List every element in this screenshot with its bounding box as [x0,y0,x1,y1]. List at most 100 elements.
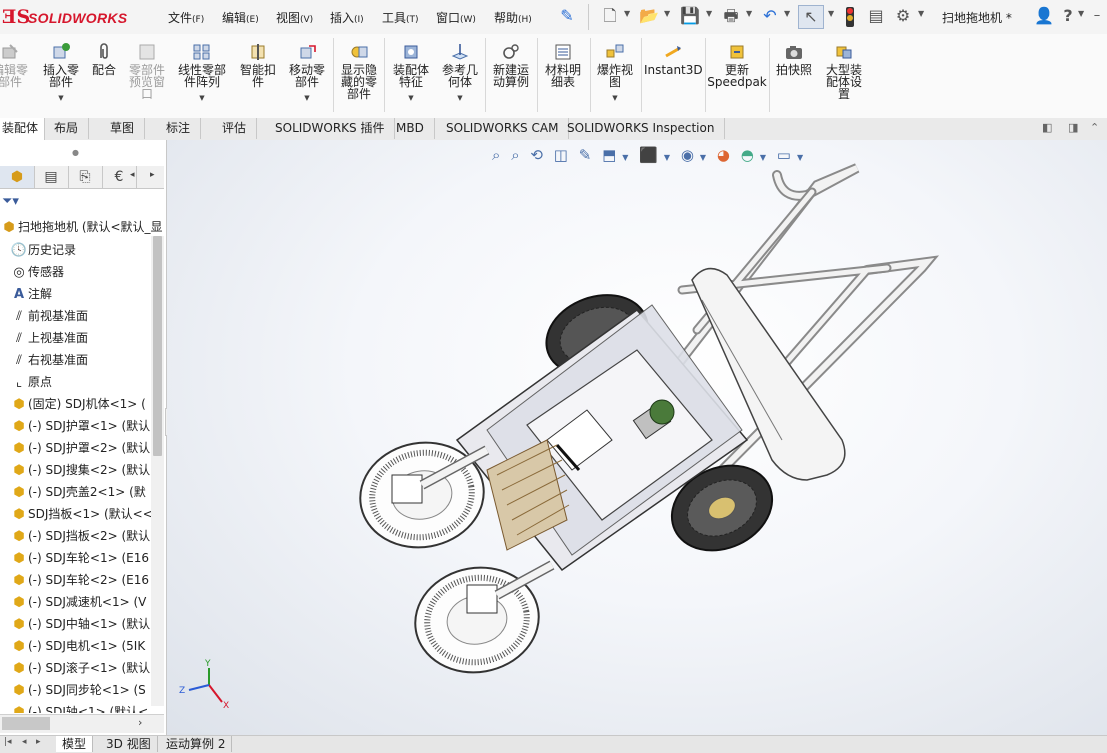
undo-icon[interactable]: ↶ [760,5,780,27]
insert-components-button[interactable]: 插入零 部件 ▼ [38,42,84,104]
display-style-icon[interactable]: ⬛ [639,146,658,164]
options-gear-icon[interactable]: ⚙ [892,5,914,27]
tab-prev-icon[interactable]: ◂ [22,737,27,747]
tree-item-component[interactable]: ⬢ (-) SDJ同步轮<1> (S [10,679,160,701]
exploded-view-dropdown-icon[interactable]: ▼ [592,92,638,104]
menu-tools[interactable]: 工具(T) [382,9,419,26]
tree-item-component[interactable]: ⬢ (-) SDJ滚子<1> (默认 [10,657,160,679]
open-folder-icon[interactable]: 📂 [638,5,660,27]
tree-item-component[interactable]: ⬢ (-) SDJ搜集<2> (默认 [10,459,160,481]
update-speedpak-button[interactable]: 更新 Speedpak [707,42,767,88]
tabs-scroll-right-icon[interactable]: ▸ [150,170,155,180]
tree-item-top-plane[interactable]: ⫽ 上视基准面 [10,327,160,349]
scene-dropdown-icon[interactable]: ▼ [760,153,766,162]
tree-scroll-thumb[interactable] [153,236,162,456]
new-document-icon[interactable]: 🗋 [600,5,620,27]
save-icon[interactable]: 💾 [680,5,700,27]
options-dropdown-icon[interactable]: ▼ [918,9,924,18]
menu-file[interactable]: 文件(F) [168,9,204,26]
print-icon[interactable]: 🖶 [720,5,742,27]
tree-item-front-plane[interactable]: ⫽ 前视基准面 [10,305,160,327]
feature-manager-tab-icon[interactable]: ⬢ [0,166,35,188]
view-orientation-icon[interactable]: ⬒ [602,146,616,164]
tab-scroll-left-icon[interactable]: ◧ [1042,121,1052,134]
reference-geometry-button[interactable]: 参考几 何体 ▼ [438,42,482,104]
panel-grip-icon[interactable]: ● [72,148,79,157]
print-dropdown-icon[interactable]: ▼ [746,9,752,18]
assembly-features-button[interactable]: 装配体 特征 ▼ [388,42,434,104]
move-component-dropdown-icon[interactable]: ▼ [284,92,330,104]
large-assembly-settings-button[interactable]: 大型装 配体设 置 [820,42,868,100]
zoom-to-fit-icon[interactable]: ⌕ [492,146,500,164]
menu-view[interactable]: 视图(V) [276,9,313,26]
mate-button[interactable]: 配合 [88,42,120,76]
select-cursor-icon[interactable]: ↖ [798,5,824,29]
linear-pattern-button[interactable]: 线性零部 件阵列 ▼ [174,42,230,104]
take-snapshot-button[interactable]: 拍快照 [772,42,816,76]
select-dropdown-icon[interactable]: ▼ [828,9,834,18]
file-properties-icon[interactable]: ▤ [866,5,886,27]
tab-model[interactable]: 模型 [56,736,94,752]
tree-item-component[interactable]: ⬢ (-) SDJ电机<1> (5IK [10,635,160,657]
tree-item-sensors[interactable]: ◎ 传感器 [10,261,160,283]
tab-scroll-right-icon[interactable]: ◨ [1068,121,1078,134]
tab-markup[interactable]: 标注 [156,118,202,139]
open-dropdown-icon[interactable]: ▼ [664,9,670,18]
tree-item-component[interactable]: ⬢ (-) SDJ挡板<2> (默认 [10,525,160,547]
previous-view-icon[interactable]: ⟲ [530,146,543,164]
tab-assembly[interactable]: 装配体 [0,118,46,140]
help-icon[interactable]: ? [1060,5,1076,27]
tree-item-component[interactable]: ⬢ (固定) SDJ机体<1> ( [10,393,160,415]
configuration-manager-tab-icon[interactable]: ⎘ [68,166,103,188]
tree-root[interactable]: ⬢ 扫地拖地机 (默认<默认_显 [0,216,164,238]
zoom-to-area-icon[interactable]: ⌕ [511,146,519,164]
tree-item-history[interactable]: 🕓历史记录 [10,239,160,261]
hide-show-dropdown-icon[interactable]: ▼ [700,153,706,162]
tab-inspection[interactable]: SOLIDWORKS Inspection [557,118,726,139]
menu-edit[interactable]: 编辑(E) [222,9,259,26]
tab-evaluate[interactable]: 评估 [212,118,258,139]
tree-item-component[interactable]: ⬢ (-) SDJ壳盖2<1> (默 [10,481,160,503]
tab-layout[interactable]: 布局 [44,118,90,139]
view-settings-icon[interactable]: ▭ [777,146,791,164]
hide-show-icon[interactable]: ◉ [681,146,694,164]
menu-insert[interactable]: 插入(I) [330,9,364,26]
assembly-features-dropdown-icon[interactable]: ▼ [388,92,434,104]
smart-fasteners-button[interactable]: 智能扣 件 [236,42,280,88]
menu-help[interactable]: 帮助(H) [494,9,532,26]
component-preview-button[interactable]: 零部件 预览窗 口 [124,42,170,100]
tree-item-right-plane[interactable]: ⫽ 右视基准面 [10,349,160,371]
section-view-icon[interactable]: ◫ [554,146,568,164]
tree-item-component[interactable]: ⬢ (-) SDJ护罩<1> (默认 [10,415,160,437]
tab-3d-view[interactable]: 3D 视图 [100,736,158,752]
dynamic-annotation-icon[interactable]: ✎ [579,146,592,164]
traffic-light-icon[interactable] [846,7,854,27]
edit-component-button[interactable]: 编辑零 部件 [0,42,34,88]
view-settings-dropdown-icon[interactable]: ▼ [797,153,803,162]
tree-item-component[interactable]: ⬢ SDJ挡板<1> (默认<< [10,503,160,525]
assembly-model[interactable]: Y X Z [167,140,1107,735]
display-style-dropdown-icon[interactable]: ▼ [664,153,670,162]
new-motion-study-button[interactable]: 新建运 动算例 [488,42,534,88]
filter-icon[interactable]: ⏷▾ [2,194,19,209]
property-manager-tab-icon[interactable]: ▤ [34,166,69,188]
show-hidden-components-button[interactable]: 显示隐 藏的零 部件 [336,42,382,100]
tab-addins[interactable]: SOLIDWORKS 插件 [265,118,396,139]
apply-scene-icon[interactable]: ◓ [741,146,754,164]
scroll-right-arrow-icon[interactable]: › [138,716,142,729]
new-dropdown-icon[interactable]: ▼ [624,9,630,18]
tab-next-icon[interactable]: ▸ [36,737,41,747]
exploded-view-button[interactable]: 爆炸视 图 ▼ [592,42,638,104]
reference-geometry-dropdown-icon[interactable]: ▼ [438,92,482,104]
tab-first-icon[interactable]: |◂ [4,737,12,747]
tree-item-component[interactable]: ⬢ (-) SDJ减速机<1> (V [10,591,160,613]
view-orientation-dropdown-icon[interactable]: ▼ [622,153,628,162]
edit-appearance-icon[interactable]: ◕ [717,146,730,164]
menu-window[interactable]: 窗口(W) [436,9,476,26]
undo-dropdown-icon[interactable]: ▼ [784,9,790,18]
tree-item-annotations[interactable]: A 注解 [10,283,160,305]
insert-components-dropdown-icon[interactable]: ▼ [38,92,84,104]
tab-mbd[interactable]: MBD [386,118,435,139]
tree-item-component[interactable]: ⬢ (-) SDJ车轮<2> (E16 [10,569,160,591]
tree-item-component[interactable]: ⬢ (-) SDJ车轮<1> (E16 [10,547,160,569]
